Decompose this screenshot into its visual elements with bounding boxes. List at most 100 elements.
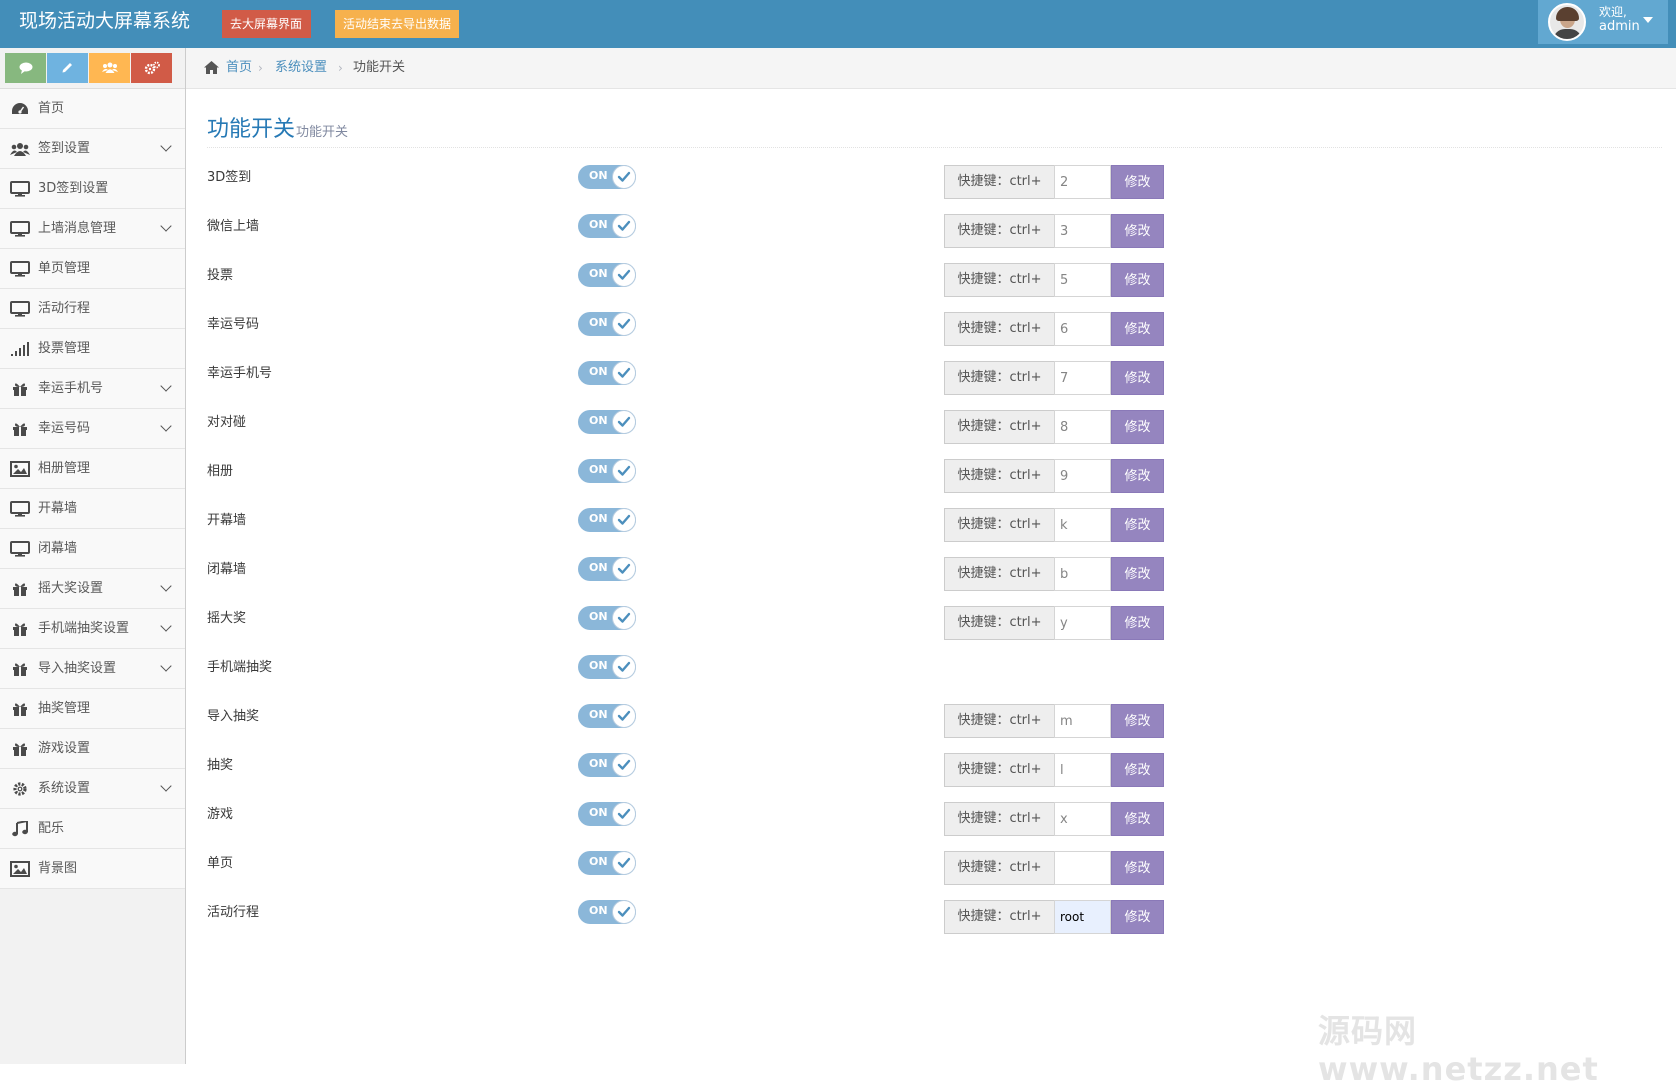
hotkey-input[interactable] <box>1054 606 1111 640</box>
modify-button[interactable]: 修改 <box>1111 214 1164 248</box>
modify-button[interactable]: 修改 <box>1111 900 1164 934</box>
sidebar-item[interactable]: 抽奖管理 <box>0 689 185 729</box>
feature-toggle[interactable]: ON <box>578 753 636 777</box>
shortcut-settings-button[interactable] <box>131 53 172 83</box>
feature-toggle[interactable]: ON <box>578 410 636 434</box>
hotkey-input[interactable] <box>1054 851 1111 885</box>
toggle-on-label: ON <box>589 806 608 819</box>
modify-button[interactable]: 修改 <box>1111 704 1164 738</box>
modify-button[interactable]: 修改 <box>1111 802 1164 836</box>
feature-toggle[interactable]: ON <box>578 704 636 728</box>
hotkey-input[interactable] <box>1054 312 1111 346</box>
modify-button[interactable]: 修改 <box>1111 753 1164 787</box>
modify-button[interactable]: 修改 <box>1111 361 1164 395</box>
hotkey-input[interactable] <box>1054 214 1111 248</box>
hotkey-input[interactable] <box>1054 361 1111 395</box>
avatar <box>1548 3 1586 41</box>
toggle-on-label: ON <box>589 365 608 378</box>
sidebar-item-label: 游戏设置 <box>38 741 91 756</box>
sidebar-item[interactable]: 幸运号码 <box>0 409 185 449</box>
sidebar-item[interactable]: 系统设置 <box>0 769 185 809</box>
sidebar-item[interactable]: 开幕墙 <box>0 489 185 529</box>
feature-toggle[interactable]: ON <box>578 851 636 875</box>
sidebar-item[interactable]: 摇大奖设置 <box>0 569 185 609</box>
music-icon <box>10 819 30 837</box>
breadcrumb-settings-link[interactable]: 系统设置 <box>275 60 327 76</box>
feature-toggle[interactable]: ON <box>578 900 636 924</box>
sidebar-item[interactable]: 活动行程 <box>0 289 185 329</box>
breadcrumb-home-link[interactable]: 首页 <box>226 60 252 76</box>
check-icon <box>612 165 636 189</box>
sidebar-item[interactable]: 投票管理 <box>0 329 185 369</box>
hotkey-input[interactable] <box>1054 459 1111 493</box>
hotkey-input[interactable] <box>1054 165 1111 199</box>
sidebar-item[interactable]: 游戏设置 <box>0 729 185 769</box>
feature-toggle[interactable]: ON <box>578 655 636 679</box>
sidebar-item[interactable]: 相册管理 <box>0 449 185 489</box>
sidebar-item-label: 幸运号码 <box>38 421 91 436</box>
user-menu[interactable]: 欢迎, admin <box>1538 0 1668 44</box>
feature-toggle[interactable]: ON <box>578 459 636 483</box>
hotkey-prefix: 快捷键：ctrl+ <box>944 312 1054 346</box>
page-subtitle: 功能开关 <box>296 125 349 140</box>
sidebar-item[interactable]: 背景图 <box>0 849 185 889</box>
feature-toggle[interactable]: ON <box>578 165 636 189</box>
modify-button[interactable]: 修改 <box>1111 851 1164 885</box>
feature-toggle[interactable]: ON <box>578 606 636 630</box>
sidebar-item[interactable]: 幸运手机号 <box>0 369 185 409</box>
feature-toggle[interactable]: ON <box>578 361 636 385</box>
hotkey-input[interactable] <box>1054 900 1111 934</box>
feature-toggle[interactable]: ON <box>578 214 636 238</box>
hotkey-group: 快捷键：ctrl+ 修改 <box>944 704 1164 738</box>
desktop-icon <box>10 301 30 317</box>
picture-icon <box>10 861 30 877</box>
feature-toggle[interactable]: ON <box>578 802 636 826</box>
export-data-button[interactable]: 活动结束去导出数据 <box>335 10 459 38</box>
sidebar-item[interactable]: 导入抽奖设置 <box>0 649 185 689</box>
feature-toggle[interactable]: ON <box>578 557 636 581</box>
sidebar-item[interactable]: 上墙消息管理 <box>0 209 185 249</box>
sidebar-item[interactable]: 签到设置 <box>0 129 185 169</box>
feature-label: 3D签到 <box>207 170 252 185</box>
feature-label: 幸运号码 <box>207 317 260 332</box>
hotkey-input[interactable] <box>1054 753 1111 787</box>
shortcut-users-button[interactable] <box>89 53 130 83</box>
hotkey-input[interactable] <box>1054 802 1111 836</box>
modify-button[interactable]: 修改 <box>1111 508 1164 542</box>
modify-button[interactable]: 修改 <box>1111 606 1164 640</box>
modify-button[interactable]: 修改 <box>1111 557 1164 591</box>
hotkey-input[interactable] <box>1054 263 1111 297</box>
toggle-on-label: ON <box>589 414 608 427</box>
go-big-screen-button[interactable]: 去大屏幕界面 <box>222 10 311 38</box>
hotkey-input[interactable] <box>1054 704 1111 738</box>
feature-toggle[interactable]: ON <box>578 508 636 532</box>
sidebar-item-label: 手机端抽奖设置 <box>38 621 130 636</box>
chevron-down-icon <box>160 780 172 792</box>
feature-toggle[interactable]: ON <box>578 263 636 287</box>
sidebar-item[interactable]: 手机端抽奖设置 <box>0 609 185 649</box>
sidebar-item[interactable]: 配乐 <box>0 809 185 849</box>
modify-button[interactable]: 修改 <box>1111 312 1164 346</box>
feature-label: 投票 <box>207 268 234 283</box>
sidebar-item[interactable]: 首页 <box>0 89 185 129</box>
hotkey-input[interactable] <box>1054 508 1111 542</box>
shortcut-edit-button[interactable] <box>47 53 88 83</box>
hotkey-input[interactable] <box>1054 557 1111 591</box>
hotkey-prefix: 快捷键：ctrl+ <box>944 361 1054 395</box>
toggle-on-label: ON <box>589 757 608 770</box>
chevron-down-icon <box>160 620 172 632</box>
hotkey-input[interactable] <box>1054 410 1111 444</box>
modify-button[interactable]: 修改 <box>1111 410 1164 444</box>
modify-button[interactable]: 修改 <box>1111 263 1164 297</box>
sidebar-item[interactable]: 单页管理 <box>0 249 185 289</box>
modify-button[interactable]: 修改 <box>1111 165 1164 199</box>
sidebar-item[interactable]: 闭幕墙 <box>0 529 185 569</box>
feature-toggle[interactable]: ON <box>578 312 636 336</box>
check-icon <box>612 263 636 287</box>
shortcut-comment-button[interactable] <box>5 53 46 83</box>
cog-icon <box>10 781 30 797</box>
sidebar-item[interactable]: 3D签到设置 <box>0 169 185 209</box>
app-title[interactable]: 现场活动大屏幕系统 <box>19 9 190 33</box>
modify-button[interactable]: 修改 <box>1111 459 1164 493</box>
hotkey-group: 快捷键：ctrl+ 修改 <box>944 508 1164 542</box>
